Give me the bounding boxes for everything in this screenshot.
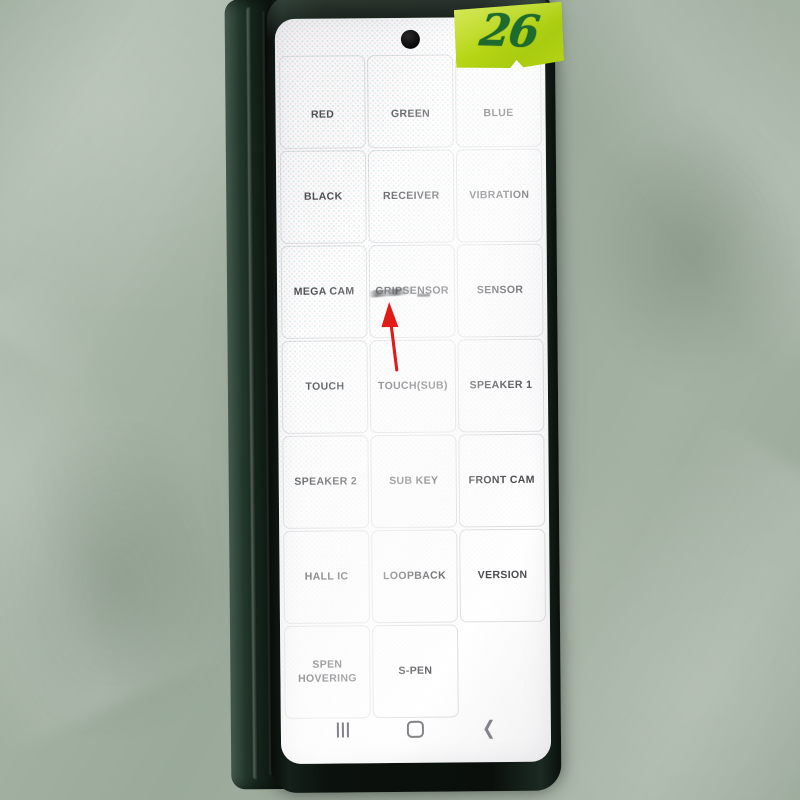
test-cell-speaker-2[interactable]: SPEAKER 2 [282, 435, 370, 529]
test-cell-touch[interactable]: TOUCH [281, 340, 369, 434]
phone-screen: RED GREEN BLUE BLACK RECEIVER VIBRATION MEGA C… [274, 16, 552, 764]
test-cell-sub-key[interactable]: SUB KEY [370, 434, 458, 529]
sticky-note-number: 26 [476, 5, 541, 58]
hardware-test-grid: RED GREEN BLUE BLACK RECEIVER VIBRATION MEGA C… [275, 53, 551, 720]
test-cell-hall-ic[interactable]: HALL IC [283, 530, 370, 624]
home-icon [407, 720, 425, 738]
test-cell-black[interactable]: BLACK [279, 150, 367, 244]
screen-defect-scratch-secondary [417, 293, 431, 297]
back-icon: ❮ [481, 717, 496, 739]
foldable-phone: RED GREEN BLUE BLACK RECEIVER VIBRATION MEGA C… [224, 0, 562, 800]
background-shadow [0, 430, 230, 730]
background-crease [0, 267, 235, 753]
back-button[interactable]: ❮ [471, 715, 505, 741]
test-cell-s-pen[interactable]: S-PEN [371, 624, 459, 719]
test-cell-vibration[interactable]: VIBRATION [455, 148, 543, 243]
test-cell-speaker-1[interactable]: SPEAKER 1 [457, 338, 545, 433]
test-cell-touch-sub[interactable]: TOUCH(SUB) [369, 339, 457, 434]
front-camera-cutout-icon [400, 29, 420, 49]
test-cell-spen-hovering[interactable]: SPEN HOVERING [284, 625, 371, 719]
test-cell-loopback[interactable]: LOOPBACK [371, 529, 458, 624]
background-shadow [590, 120, 800, 380]
test-cell-mega-cam[interactable]: MEGA CAM [280, 245, 368, 339]
test-cell-version[interactable]: VERSION [459, 528, 546, 623]
test-cell-receiver[interactable]: RECEIVER [367, 149, 455, 244]
test-cell-front-cam[interactable]: FRONT CAM [458, 433, 546, 528]
navigation-bar: ❮ [281, 708, 551, 750]
sticky-note: 26 [454, 2, 565, 70]
photograph: RED GREEN BLUE BLACK RECEIVER VIBRATION MEGA C… [0, 0, 800, 800]
home-button[interactable] [399, 716, 433, 742]
test-cell-red[interactable]: RED [279, 55, 366, 149]
recents-button[interactable] [326, 716, 360, 742]
test-cell-empty [460, 624, 547, 718]
test-cell-sensor[interactable]: SENSOR [456, 243, 544, 338]
test-cell-green[interactable]: GREEN [367, 54, 454, 149]
recents-icon [337, 721, 350, 737]
